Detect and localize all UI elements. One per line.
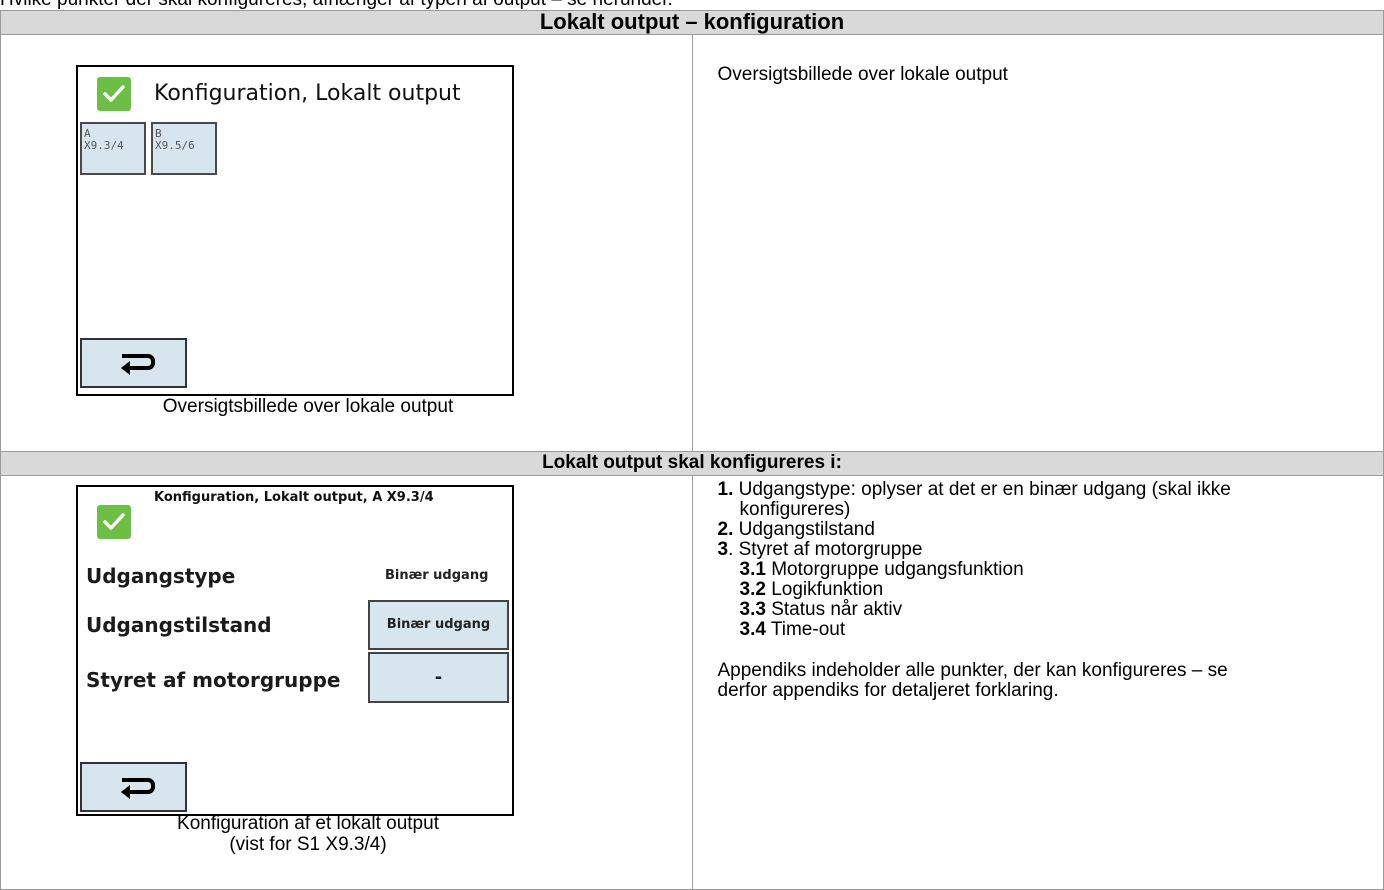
steps-list: 1. Udgangstype: oplyser at det er en bin…: [718, 480, 1231, 701]
step-3: 3. Styret af motorgruppe: [718, 540, 1231, 560]
config-image-cell: Konfiguration, Lokalt output, A X9.3/4 U…: [0, 475, 693, 890]
substep-3-4: 3.4 Time-out: [718, 620, 1231, 640]
check-icon[interactable]: [97, 505, 131, 539]
config-table: Lokalt output – konfiguration Konfigurat…: [0, 10, 1384, 890]
substep-3-2-text: Logikfunktion: [771, 579, 884, 600]
step-1-text: Udgangstype: oplyser at det er en binær …: [738, 479, 1231, 500]
check-icon[interactable]: [97, 77, 131, 111]
substep-3-1-text: Motorgruppe udgangsfunktion: [771, 559, 1024, 580]
overview-image-cell: Konfiguration, Lokalt output A X9.3/4 B …: [0, 34, 693, 452]
appendix-line-1: Appendiks indeholder alle punkter, der k…: [717, 660, 1228, 681]
substep-3-3-text: Status når aktiv: [771, 599, 903, 620]
substep-3-4-num: 3.4: [739, 619, 766, 640]
substep-3-4-text: Time-out: [770, 619, 846, 640]
row-label-udgangstilstand: Udgangstilstand: [86, 613, 272, 637]
row-label-styret-af-motorgruppe: Styret af motorgruppe: [86, 668, 341, 692]
screen-title: Konfiguration, Lokalt output: [154, 81, 461, 106]
step-1-num: 1.: [717, 479, 734, 500]
substep-3-3-num: 3.3: [739, 599, 766, 620]
screen-title: Konfiguration, Lokalt output, A X9.3/4: [154, 490, 434, 505]
device-screen-overview: Konfiguration, Lokalt output A X9.3/4 B …: [76, 65, 514, 396]
substep-3-1: 3.1 Motorgruppe udgangsfunktion: [718, 560, 1231, 580]
step-1: 1. Udgangstype: oplyser at det er en bin…: [718, 480, 1231, 500]
return-arrow-icon: [121, 778, 155, 799]
step-2: 2. Udgangstilstand: [718, 520, 1231, 540]
step-2-num: 2.: [717, 519, 734, 540]
step-2-text: Udgangstilstand: [738, 519, 875, 540]
back-button[interactable]: [80, 338, 187, 388]
overview-description-cell: Oversigtsbillede over lokale output: [691, 34, 1384, 452]
step-1-cont: konfigureres): [739, 499, 851, 520]
output-tile-a[interactable]: A X9.3/4: [80, 122, 146, 175]
substep-3-3: 3.3 Status når aktiv: [718, 600, 1231, 620]
row-value-udgangstype: Binær udgang: [385, 568, 489, 583]
config-description-cell: 1. Udgangstype: oplyser at det er en bin…: [691, 475, 1384, 890]
config-caption-line2: (vist for S1 X9.3/4): [229, 834, 387, 855]
substep-3-2: 3.2 Logikfunktion: [718, 580, 1231, 600]
device-screen-config: Konfiguration, Lokalt output, A X9.3/4 U…: [76, 485, 514, 816]
udgangstilstand-select[interactable]: Binær udgang: [368, 600, 509, 650]
substep-3-1-num: 3.1: [739, 559, 766, 580]
motorgruppe-select[interactable]: -: [368, 652, 509, 703]
tile-b-terminal: X9.5/6: [155, 139, 195, 152]
tile-a-terminal: X9.3/4: [84, 139, 124, 152]
appendix-line-2: derfor appendiks for detaljeret forklari…: [717, 680, 1059, 701]
overview-description: Oversigtsbillede over lokale output: [717, 64, 1008, 85]
row-label-udgangstype: Udgangstype: [86, 564, 236, 588]
back-button[interactable]: [80, 762, 187, 812]
step-3-text: . Styret af motorgruppe: [728, 539, 923, 560]
step-3-num: 3: [717, 539, 729, 560]
section-header-konfigureres-i: Lokalt output skal konfigureres i:: [0, 451, 1384, 476]
return-arrow-icon: [121, 354, 155, 375]
section-header-lokalt-output: Lokalt output – konfiguration: [0, 10, 1384, 35]
config-caption-line1: Konfiguration af et lokalt output: [177, 813, 439, 834]
substep-3-2-num: 3.2: [739, 579, 766, 600]
overview-caption: Oversigtsbillede over lokale output: [162, 396, 454, 417]
output-tile-b[interactable]: B X9.5/6: [151, 122, 217, 175]
